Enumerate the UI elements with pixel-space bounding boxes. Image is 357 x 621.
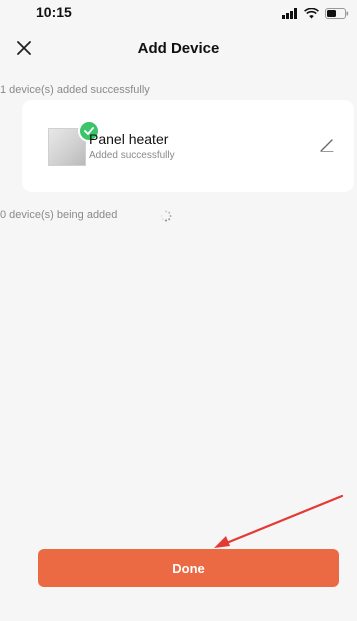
pending-section-label: 0 device(s) being added: [0, 209, 118, 221]
wifi-icon: [304, 6, 319, 24]
device-card[interactable]: Panel heater Added successfully: [22, 100, 354, 192]
page-title: Add Device: [137, 40, 220, 57]
status-icons: [282, 6, 349, 24]
done-button[interactable]: Done: [38, 549, 339, 587]
loading-spinner-icon: [160, 209, 172, 222]
signal-icon: [282, 6, 298, 24]
edit-button[interactable]: [318, 136, 336, 154]
add-device-screen: 10:15 Add Device 1 device(s) added succe…: [0, 0, 357, 621]
device-status: Added successfully: [89, 150, 175, 161]
pencil-icon: [320, 139, 334, 152]
annotation-arrow-icon: [214, 494, 344, 548]
status-time: 10:15: [36, 4, 72, 20]
battery-icon: [325, 6, 349, 24]
nav-bar: Add Device: [0, 30, 357, 68]
device-name: Panel heater: [89, 131, 169, 147]
added-section-label: 1 device(s) added successfully: [0, 84, 150, 96]
status-bar: 10:15: [0, 0, 357, 28]
